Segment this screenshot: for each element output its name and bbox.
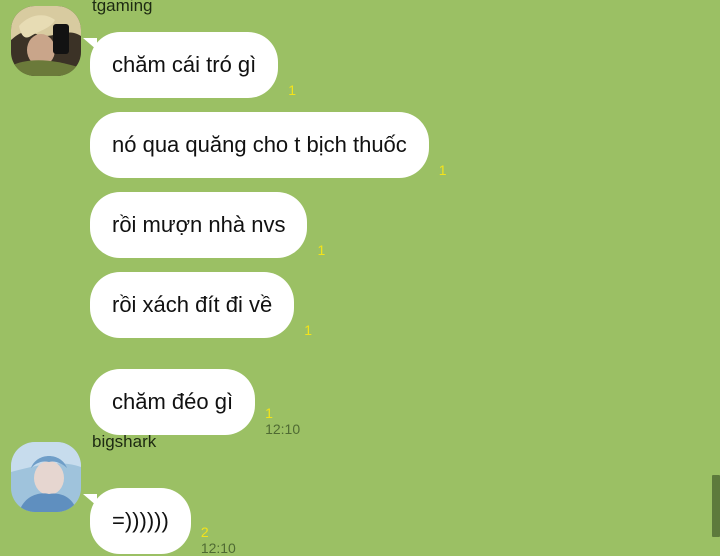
read-count: 2 [200, 524, 209, 540]
avatar-image [11, 6, 81, 76]
avatar-image [11, 442, 81, 512]
message-row: rồi xách đít đi về 1 [90, 272, 312, 338]
message-meta: 2 12:10 [200, 472, 236, 556]
message-row: nó qua quăng cho t bịch thuốc 1 [90, 112, 447, 178]
message-timestamp: 12:10 [200, 540, 236, 556]
avatar-tgaming[interactable] [11, 6, 81, 76]
chat-area[interactable]: tgaming chăm cái tró gì 1 nó qua quăng c… [0, 0, 720, 556]
message-row: =)))))) 2 12:10 [83, 472, 236, 556]
scrollbar[interactable] [712, 475, 720, 537]
message-bubble[interactable]: chăm cái tró gì [82, 32, 279, 98]
read-count: 1 [304, 322, 312, 338]
sender-name: bigshark [92, 432, 157, 451]
message-meta: 1 12:10 [265, 353, 300, 437]
read-count: 1 [265, 405, 273, 421]
read-count: 1 [317, 242, 326, 258]
message-row: chăm cái tró gì 1 [82, 32, 296, 98]
message-meta: 1 [288, 32, 296, 98]
message-timestamp: 12:10 [265, 421, 301, 437]
avatar-bigshark[interactable] [11, 442, 81, 512]
message-bubble[interactable]: =)))))) [83, 488, 191, 554]
message-meta: 1 [304, 272, 312, 338]
message-meta: 1 [317, 192, 325, 258]
message-bubble[interactable]: rồi mượn nhà nvs [90, 192, 308, 258]
message-row: rồi mượn nhà nvs 1 [90, 192, 325, 258]
read-count: 1 [288, 82, 297, 98]
message-bubble[interactable]: chăm đéo gì [90, 369, 256, 435]
message-meta: 1 [439, 112, 447, 178]
sender-name: tgaming [92, 0, 153, 15]
message-bubble[interactable]: nó qua quăng cho t bịch thuốc [90, 112, 429, 178]
read-count: 1 [438, 162, 447, 178]
message-bubble[interactable]: rồi xách đít đi về [90, 272, 295, 338]
message-row: chăm đéo gì 1 12:10 [90, 353, 300, 437]
